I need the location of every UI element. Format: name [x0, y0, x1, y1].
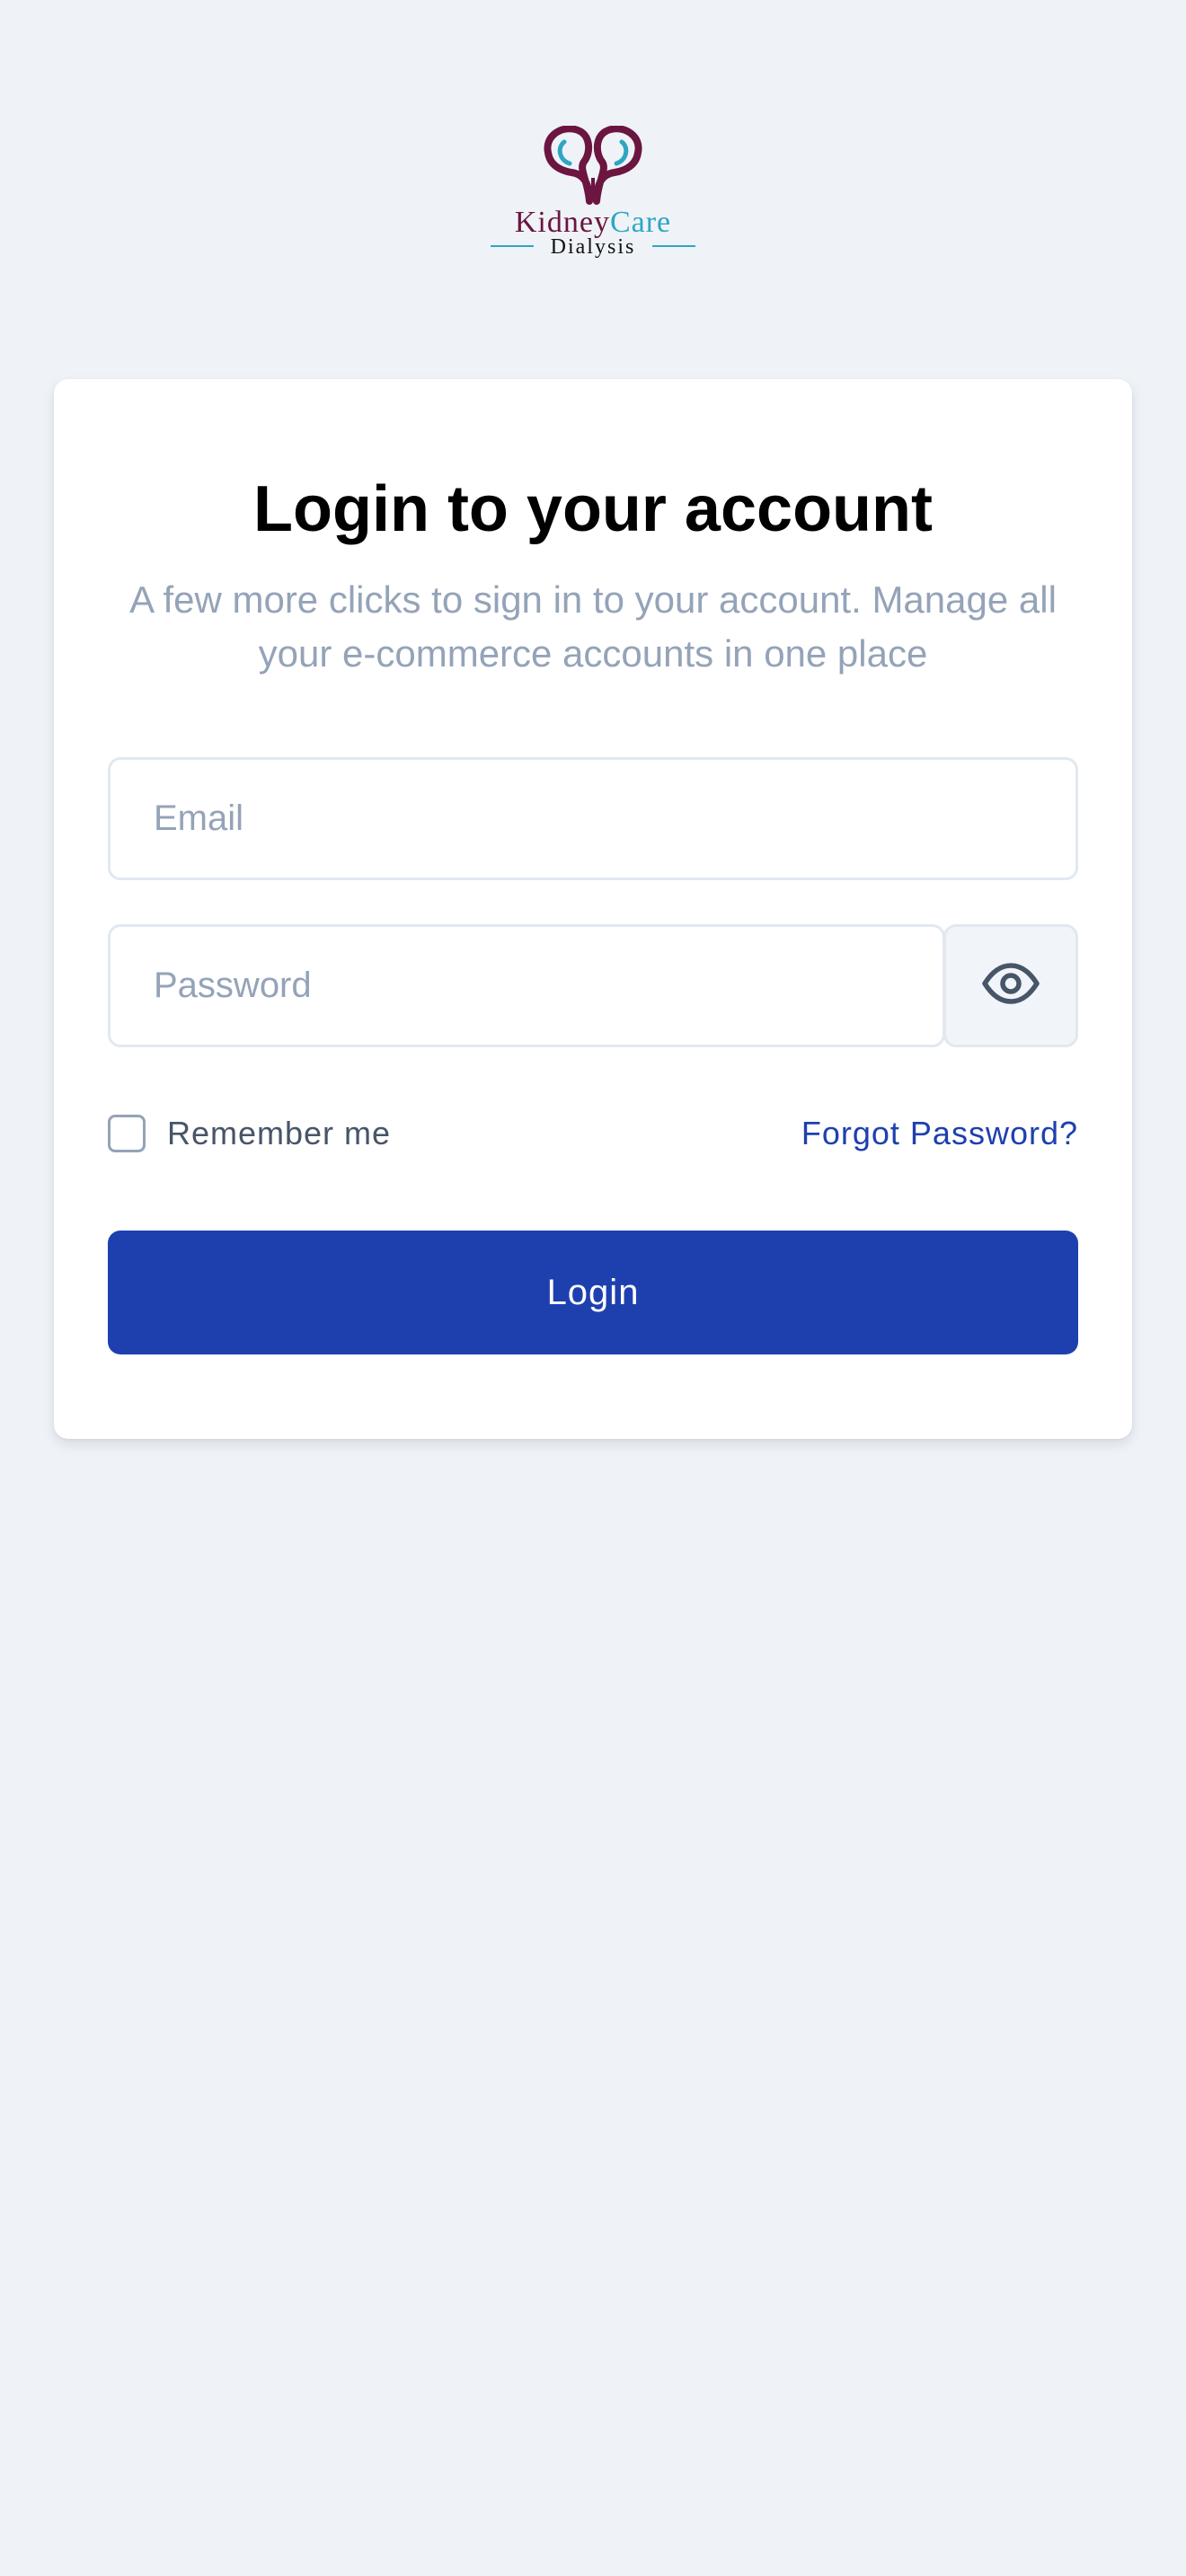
- eye-icon: [981, 962, 1040, 1010]
- login-button[interactable]: Login: [108, 1231, 1078, 1354]
- password-input[interactable]: [108, 924, 945, 1047]
- page-subtitle: A few more clicks to sign in to your acc…: [129, 578, 1057, 675]
- remember-me-checkbox[interactable]: [108, 1115, 146, 1152]
- remember-me-label: Remember me: [167, 1115, 392, 1151]
- login-card: Login to your account A few more clicks …: [54, 379, 1132, 1439]
- page-title: Login to your account: [253, 473, 933, 545]
- brand-tagline: Dialysis: [551, 235, 636, 259]
- brand-logo: KidneyCare Dialysis: [485, 126, 701, 260]
- svg-text:KidneyCare: KidneyCare: [515, 206, 671, 239]
- email-input[interactable]: [108, 757, 1078, 880]
- forgot-password-link[interactable]: Forgot Password?: [801, 1111, 1078, 1156]
- kidney-logo-icon: [544, 126, 642, 205]
- brand-name-kidney: Kidney: [515, 206, 610, 239]
- password-visibility-toggle[interactable]: [943, 924, 1078, 1047]
- remember-me[interactable]: Remember me: [108, 1111, 391, 1156]
- brand-name-care: Care: [610, 206, 671, 239]
